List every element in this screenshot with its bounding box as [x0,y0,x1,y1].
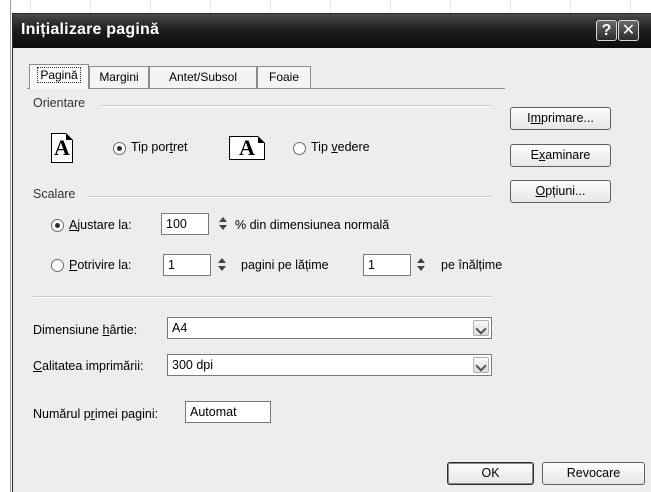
pages-wide-spinner[interactable] [216,255,230,275]
paper-size-select[interactable]: A4 [167,317,492,339]
landscape-page-icon: A [229,136,265,160]
chevron-down-icon[interactable] [473,320,489,336]
pages-wide-label: pagini pe lățime [241,258,329,272]
print-quality-select[interactable]: 300 dpi [167,354,492,376]
fit-to-radio[interactable] [51,259,64,272]
adjust-to-label[interactable]: Ajustare la: [69,218,132,232]
ok-button[interactable]: OK [447,462,534,485]
tab-margins[interactable]: Margini [89,66,149,88]
print-quality-label: Calitatea imprimării: [33,359,144,373]
close-button[interactable]: ✕ [618,20,639,41]
portrait-radio[interactable] [113,142,126,155]
chevron-down-icon[interactable] [473,357,489,373]
adjust-to-radio[interactable] [51,219,64,232]
title-bar: Inițializare pagină ? ✕ [13,14,651,48]
cancel-button[interactable]: Revocare [542,462,645,485]
adjust-percent-spinner[interactable] [217,214,231,234]
first-page-number-label: Numărul primei pagini: [33,407,159,421]
row-header-strip [0,0,11,492]
section-divider [33,296,491,298]
scaling-group-label: Scalare [33,187,76,201]
portrait-page-icon: A [51,133,73,163]
orientation-group-label: Orientare [33,96,86,110]
pages-tall-label: pe înălțime [441,258,503,272]
adjust-percent-input[interactable]: 100 [161,213,209,235]
adjust-percent-suffix: % din dimensiunea normală [235,218,390,232]
first-page-number-input[interactable]: Automat [185,401,271,423]
paper-size-label: Dimensiune hârtie: [33,323,138,337]
pages-tall-spinner[interactable] [415,255,429,275]
orientation-divider [101,105,491,107]
pages-tall-input[interactable]: 1 [363,254,411,276]
pages-wide-input[interactable]: 1 [163,254,211,276]
page-setup-dialog: Inițializare pagină ? ✕ Pagină Margini A… [12,13,651,492]
landscape-label[interactable]: Tip vedere [311,140,370,154]
portrait-label[interactable]: Tip portret [131,140,188,154]
options-button[interactable]: Opțiuni... [510,180,611,203]
print-button[interactable]: Imprimare... [510,107,611,130]
landscape-radio[interactable] [293,142,306,155]
dialog-title: Inițializare pagină [21,21,160,38]
tab-page[interactable]: Pagină [29,64,89,89]
tab-header-footer[interactable]: Antet/Subsol [149,66,257,88]
print-preview-button[interactable]: Examinare [510,144,611,167]
tab-sheet[interactable]: Foaie [257,66,311,88]
fit-to-label[interactable]: Potrivire la: [69,258,132,272]
help-button[interactable]: ? [596,20,617,41]
scaling-divider [87,196,491,198]
